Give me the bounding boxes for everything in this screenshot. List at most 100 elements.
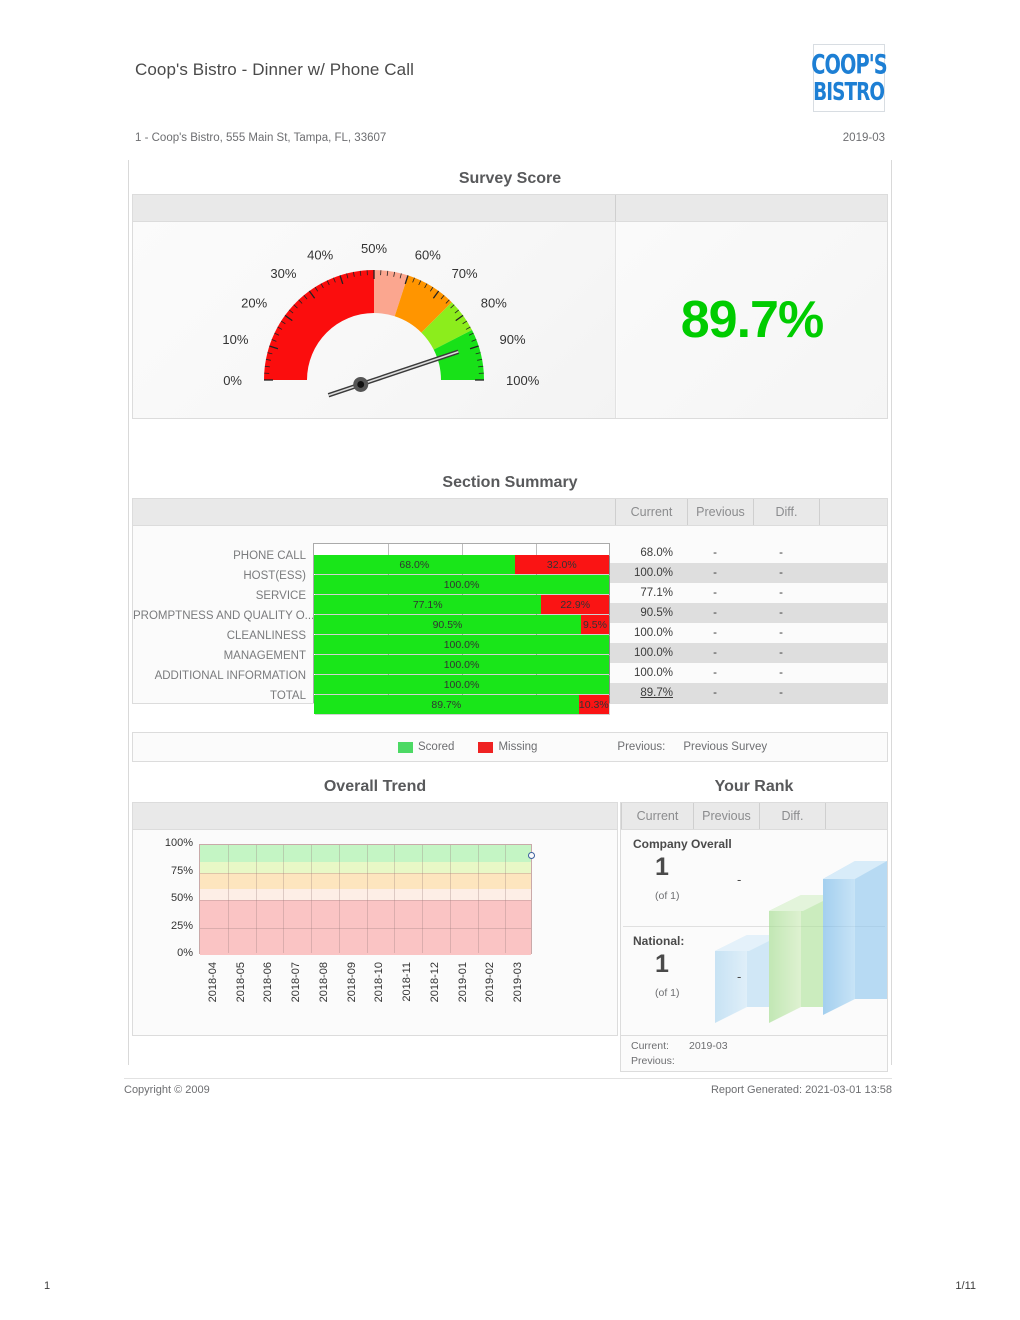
trend-data-point (528, 851, 536, 859)
cell-diff: - (779, 647, 783, 659)
gauge-tick-label: 10% (222, 332, 248, 347)
copyright-text: Copyright © 2009 (124, 1084, 210, 1096)
table-row: 100.0% (314, 655, 609, 675)
survey-score-panel: Survey Score 0% 10% 20% 30% 40% 50% 60% 70% 80% 9… (132, 170, 888, 419)
trend-background-band (200, 861, 531, 873)
section-row-label: CLEANLINESS (226, 630, 306, 642)
trend-x-tick-label: 2018-05 (234, 962, 247, 1003)
your-rank-title: Your Rank (714, 778, 794, 795)
trend-x-tick-label: 2018-11 (401, 962, 414, 1002)
rank-company-section: Company Overall 1 (of 1) - (621, 830, 887, 926)
column-header-diff: Diff. (753, 499, 819, 525)
rank-company-value: 1 (655, 853, 669, 881)
cell-previous: - (713, 567, 717, 579)
cell-diff: - (779, 547, 783, 559)
bar-segment-missing: 9.5% (580, 615, 609, 634)
logo-line-1: COOP'S (811, 49, 887, 80)
table-row: 90.5% 9.5% (314, 615, 609, 635)
survey-score-header (132, 194, 888, 222)
bar-segment-scored: 100.0% (314, 635, 609, 654)
trend-x-tick-label: 2018-04 (206, 962, 219, 1003)
table-row-values: 90.5% - - (610, 603, 887, 623)
trend-gridline-h (200, 872, 531, 874)
gauge-tick-label: 40% (307, 247, 333, 262)
table-row: 68.0% 32.0% (314, 555, 609, 575)
section-row-label: HOST(ESS) (243, 570, 306, 582)
rank-national-value: 1 (655, 950, 669, 978)
cell-previous: - (713, 687, 717, 699)
trend-gridline-v (255, 845, 257, 953)
table-row: 100.0% (314, 635, 609, 655)
table-row-values: 100.0% - - (610, 663, 887, 683)
location-bar: 1 - Coop's Bistro, 555 Main St, Tampa, F… (135, 132, 885, 144)
cell-current: 89.7% (640, 687, 673, 699)
score-display-area: 89.7% (617, 222, 887, 418)
trend-plot-area (199, 844, 536, 955)
your-rank-body: Company Overall 1 (of 1) - National: 1 (… (620, 830, 888, 1036)
cell-previous: - (713, 547, 717, 559)
table-row: 89.7% 10.3% (314, 695, 609, 715)
cell-previous: - (713, 647, 717, 659)
overall-trend-title: Overall Trend (323, 778, 427, 795)
trend-x-tick-label: 2019-03 (512, 962, 525, 1003)
trend-y-tick-label: 25% (170, 919, 193, 932)
table-row: 100.0% (314, 575, 609, 595)
table-row: 100.0% (314, 675, 609, 695)
trend-gridline-v (227, 845, 229, 953)
legend-scored-label: Scored (418, 741, 455, 753)
footer-divider (124, 1078, 892, 1079)
column-header-spacer (819, 499, 887, 525)
trend-x-tick-label: 2018-06 (262, 962, 275, 1003)
cell-diff: - (779, 567, 783, 579)
rank-company-of: (of 1) (655, 890, 680, 902)
legend-missing-label: Missing (498, 741, 538, 753)
cell-diff: - (779, 587, 783, 599)
gauge-tick-label: 60% (415, 247, 441, 262)
table-row-values: 77.1% - - (610, 583, 887, 603)
rank-national-of: (of 1) (655, 987, 680, 999)
report-generated-text: Report Generated: 2021-03-01 13:58 (710, 1084, 892, 1096)
gauge-tick-label: 50% (361, 241, 387, 256)
column-header-previous: Previous (687, 499, 753, 525)
rank-national-section: National: 1 (of 1) - (621, 927, 887, 1023)
section-row-label: SERVICE (255, 590, 306, 602)
gauge-tick-label: 0% (223, 373, 242, 388)
legend-previous-label: Previous: (617, 741, 666, 753)
cell-current: 68.0% (640, 547, 673, 559)
trend-gridline-v (505, 845, 507, 953)
table-row-values: 68.0% - - (610, 543, 887, 563)
gauge-tick-label: 90% (500, 332, 526, 347)
bar-segment-missing: 22.9% (541, 595, 609, 614)
frame-rail-right (891, 160, 892, 1065)
rank-column-header-spacer (825, 803, 887, 829)
trend-gridline-v (311, 845, 312, 953)
rank-national-diff: - (737, 969, 742, 984)
table-row-values: 100.0% - - (610, 643, 887, 663)
section-row-label: PROMPTNESS AND QUALITY O... (133, 610, 313, 622)
logo-line-2: BISTRO (813, 76, 886, 106)
section-row-label: PHONE CALL (233, 550, 306, 562)
trend-gridline-v (366, 845, 368, 953)
trend-y-tick-label: 0% (177, 947, 193, 959)
rank-footer: Current: 2019-03 Previous: (620, 1036, 888, 1072)
cell-previous: - (713, 627, 717, 639)
section-summary-title: Section Summary (442, 474, 578, 491)
cell-current: 100.0% (633, 647, 673, 659)
gauge-band (264, 270, 374, 380)
survey-score-value: 89.7% (680, 291, 824, 349)
frame-rail-left (128, 160, 129, 1065)
bar-segment-scored: 68.0% (314, 555, 515, 574)
rank-previous-label: Previous: (631, 1055, 675, 1068)
period-text: 2019-03 (842, 132, 885, 144)
header-divider (615, 195, 887, 221)
rank-previous-row: Previous: (631, 1054, 887, 1069)
cell-diff: - (779, 627, 783, 639)
rank-column-header-diff: Diff. (759, 803, 825, 829)
cell-diff: - (779, 607, 783, 619)
rank-company-title: Company Overall (633, 837, 732, 851)
legend-panel: Scored Missing Previous: Previous Survey (132, 732, 888, 762)
cell-previous: - (713, 607, 717, 619)
section-row-label: TOTAL (270, 690, 306, 702)
cell-current: 100.0% (633, 567, 673, 579)
trend-x-tick-label: 2019-01 (456, 962, 469, 1003)
